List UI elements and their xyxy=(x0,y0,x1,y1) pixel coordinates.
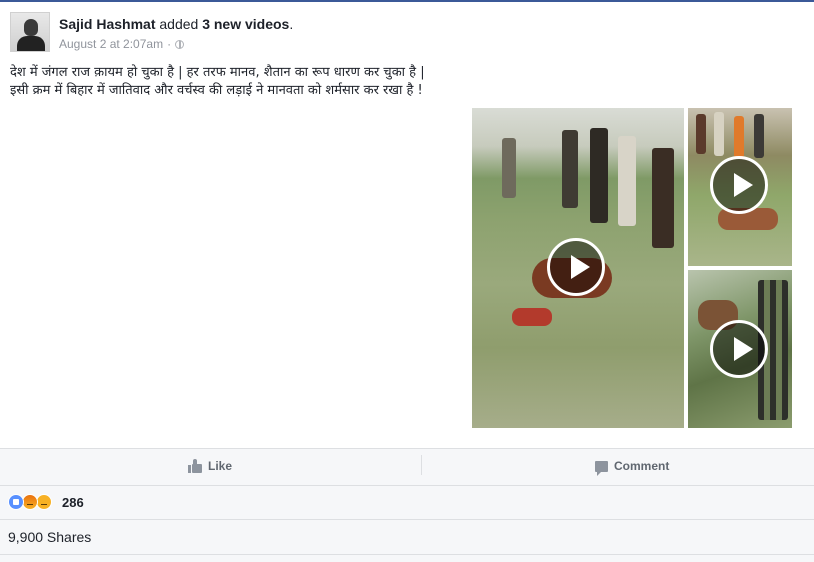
thumbnail-detail xyxy=(754,114,764,158)
thumbnail-detail xyxy=(734,116,744,158)
top-border xyxy=(0,0,814,2)
thumbnail-detail xyxy=(562,130,578,208)
post-timestamp-link[interactable]: August 2 at 2:07am xyxy=(59,37,163,51)
sad-reaction-icon[interactable] xyxy=(36,494,52,510)
thumbnail-detail xyxy=(502,138,516,198)
post-text-line: इसी क्रम में बिहार में जातिवाद और वर्चस्… xyxy=(10,83,423,98)
thumbnail-detail xyxy=(618,136,636,226)
thumbnail-detail xyxy=(696,114,706,154)
comment-icon xyxy=(595,460,608,476)
globe-icon[interactable] xyxy=(175,39,185,49)
like-label: Like xyxy=(208,459,233,473)
play-icon[interactable] xyxy=(710,320,768,378)
reaction-count[interactable]: 286 xyxy=(62,495,84,510)
new-videos-link[interactable]: 3 new videos xyxy=(202,16,289,32)
avatar[interactable] xyxy=(10,12,50,52)
shares-link[interactable]: 9,900 Shares xyxy=(8,529,91,545)
header-verb: added xyxy=(159,16,199,32)
thumbnail-detail xyxy=(590,128,608,223)
like-reaction-icon[interactable] xyxy=(8,494,24,510)
thumb-up-icon xyxy=(188,459,202,473)
video-thumbnail-2[interactable] xyxy=(688,108,792,266)
comment-button[interactable]: Comment xyxy=(595,449,669,483)
comments-area xyxy=(0,555,814,562)
avatar-head xyxy=(24,19,38,36)
comment-label: Comment xyxy=(614,459,670,473)
author-name-link[interactable]: Sajid Hashmat xyxy=(59,16,155,32)
like-button[interactable]: Like xyxy=(188,449,232,483)
header-punctuation: . xyxy=(289,16,294,32)
angry-reaction-icon[interactable] xyxy=(22,494,38,510)
thumbnail-detail xyxy=(714,112,724,156)
post-text: देश में जंगल राज क़ायम हो चुका है | हर त… xyxy=(10,64,510,100)
reactions-bar xyxy=(0,486,814,519)
divider xyxy=(421,455,422,475)
post-text-line: देश में जंगल राज क़ायम हो चुका है | हर त… xyxy=(10,65,425,80)
play-icon[interactable] xyxy=(547,238,605,296)
avatar-body xyxy=(17,36,45,51)
thumbnail-detail xyxy=(512,308,552,326)
action-bar xyxy=(0,449,814,485)
post-meta: August 2 at 2:07am · xyxy=(59,37,185,51)
post-header: Sajid Hashmat added 3 new videos. xyxy=(59,16,293,32)
reaction-icons[interactable] xyxy=(8,494,56,510)
shares-bar xyxy=(0,520,814,554)
play-icon[interactable] xyxy=(710,156,768,214)
meta-separator: · xyxy=(167,37,172,51)
video-thumbnail-3[interactable] xyxy=(688,270,792,428)
thumbnail-detail xyxy=(652,148,674,248)
video-thumbnail-main[interactable] xyxy=(472,108,684,428)
